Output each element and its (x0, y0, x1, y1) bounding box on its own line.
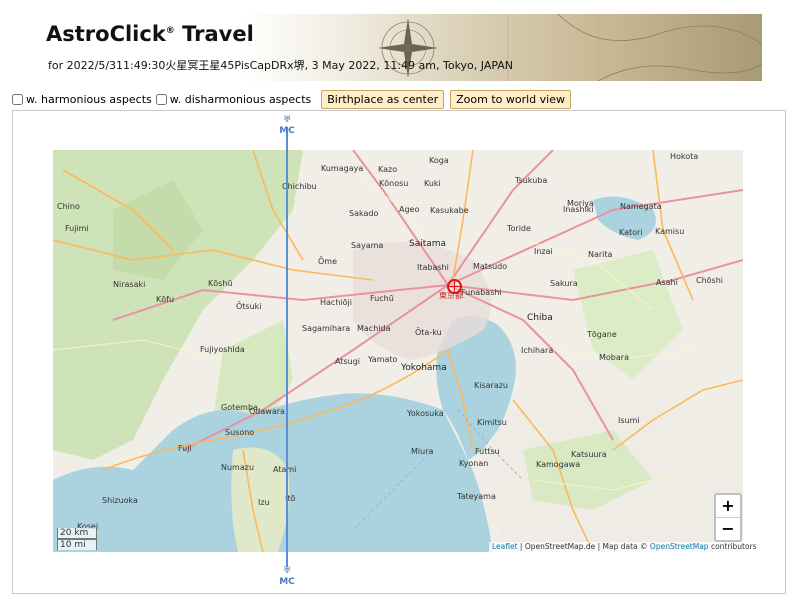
place-label: Isumi (618, 416, 640, 425)
place-label: Yokohama (401, 363, 447, 373)
zoom-in-button[interactable]: + (716, 495, 740, 517)
place-label: Kamisu (655, 227, 685, 236)
harmonious-checkbox[interactable] (12, 93, 23, 105)
place-label: Kuki (424, 179, 441, 188)
uranus-icon: ♅ (282, 115, 292, 125)
place-label: Tateyama (457, 492, 496, 501)
place-label: Kumagaya (321, 164, 364, 173)
place-label: Fuji (178, 444, 192, 453)
place-label: Chiba (527, 313, 553, 323)
place-label: Hokota (670, 152, 699, 161)
mc-label-top: MC (279, 126, 295, 136)
place-label: Mobara (599, 353, 629, 362)
place-label: Ichihara (521, 346, 554, 355)
place-label: Fuchū (370, 294, 394, 303)
place-label: Kasukabe (430, 206, 469, 215)
place-label: Kimitsu (477, 418, 507, 427)
place-label: Namegata (620, 202, 662, 211)
disharmonious-checkbox[interactable] (155, 93, 167, 105)
place-label: Itabashi (417, 263, 449, 272)
harmonious-checkbox-label[interactable]: w. harmonious aspects (12, 93, 152, 106)
place-label: Inashiki (563, 205, 594, 214)
place-label: Kisarazu (474, 381, 508, 390)
place-label: Kōnosu (379, 179, 409, 188)
place-label: Toride (507, 224, 531, 233)
place-label: Shizuoka (102, 496, 138, 505)
place-label: Kōfu (156, 295, 175, 304)
place-label: Futtsu (475, 447, 500, 456)
place-label: Machida (357, 324, 391, 333)
place-label: Sakado (349, 209, 379, 218)
place-label: Numazu (221, 463, 255, 472)
place-label: Chino (57, 202, 80, 211)
place-label: Tōgane (587, 330, 617, 339)
place-label: Asahi (656, 278, 678, 287)
place-label: Sayama (351, 241, 384, 250)
map-canvas[interactable]: Hokota Tsukuba Kumagaya Kazo Koga Kōnosu… (53, 150, 743, 552)
place-label: Atsugi (335, 357, 361, 366)
place-label: Yamato (368, 355, 398, 364)
place-label: Ōta-ku (415, 328, 442, 337)
disharmonious-checkbox-label[interactable]: w. disharmonious aspects (155, 93, 311, 106)
place-label: Gotemba (221, 403, 258, 412)
place-label: Ōtsuki (236, 302, 262, 311)
place-label: Chōshi (696, 276, 724, 285)
place-label: Sakura (550, 279, 578, 288)
mc-label-bottom: MC (279, 577, 295, 587)
place-label: Katsuura (571, 450, 607, 459)
scale-km: 20 km (57, 528, 97, 539)
uranus-icon: ♅ (282, 566, 292, 576)
place-label: Ageo (399, 205, 420, 214)
controls-row: w. harmonious aspects w. disharmonious a… (12, 89, 571, 109)
place-label: Kōshū (208, 279, 233, 288)
app-title: AstroClick® Travel (46, 22, 254, 46)
mc-line[interactable] (286, 127, 288, 567)
place-label: Funabashi (461, 288, 502, 297)
world-view-button[interactable]: Zoom to world view (450, 89, 571, 109)
place-label: Yokosuka (407, 409, 444, 418)
header-banner: AstroClick® Travel for 2022/5/311:49:30火… (38, 14, 762, 81)
map-attribution: Leaflet | OpenStreetMap.de | Map data © … (489, 542, 760, 552)
map-scale: 20 km 10 mi (57, 528, 97, 550)
birthplace-center-button[interactable]: Birthplace as center (321, 89, 445, 109)
place-label: Kazo (378, 165, 398, 174)
place-label: Fujiyoshida (200, 345, 245, 354)
place-label: Ōme (318, 257, 338, 266)
place-label: Narita (588, 250, 613, 259)
place-label: Kamogawa (536, 460, 581, 469)
place-label: Nirasaki (113, 280, 146, 289)
place-label: Matsudo (473, 262, 508, 271)
place-label: Fujimi (65, 224, 89, 233)
place-label-tokyo: 東京都 (439, 291, 463, 300)
place-label: Kyonan (459, 459, 489, 468)
zoom-control: + − (714, 493, 742, 542)
place-label: Hachiōji (320, 298, 352, 307)
place-label: Katori (619, 228, 643, 237)
place-label: Sagamihara (302, 324, 351, 333)
place-label: Inzai (534, 247, 553, 256)
place-label: Miura (411, 447, 434, 456)
osm-link[interactable]: OpenStreetMap (650, 542, 709, 551)
place-label: Koga (429, 156, 449, 165)
place-label: Tsukuba (515, 176, 548, 185)
place-label: Atami (273, 465, 297, 474)
chart-subtitle: for 2022/5/311:49:30火星冥王星45PisCapDRx堺, 3… (48, 59, 514, 72)
leaflet-link[interactable]: Leaflet (492, 542, 518, 551)
zoom-out-button[interactable]: − (716, 517, 740, 540)
place-label: Saitama (409, 239, 447, 249)
place-label: Izu (258, 498, 270, 507)
scale-mi: 10 mi (57, 539, 97, 550)
place-label: Susono (225, 428, 255, 437)
